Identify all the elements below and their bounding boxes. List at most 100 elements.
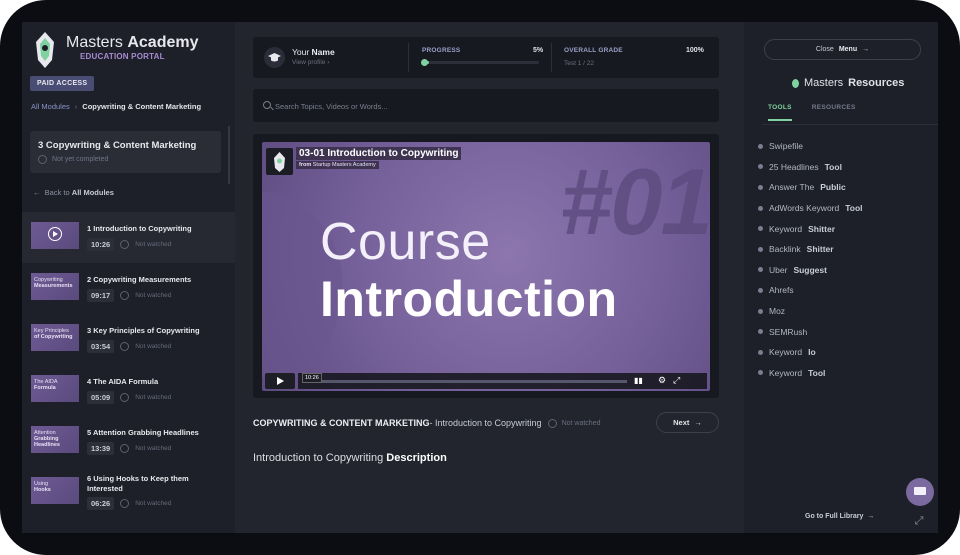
lesson-meta: 10:26 Not watched [87, 238, 171, 251]
search-bar [253, 89, 719, 122]
breadcrumb-chevron-icon: › [74, 102, 78, 111]
video-title[interactable]: 03-01 Introduction to Copywriting [296, 147, 462, 160]
lesson-meta: 13:39 Not watched [87, 442, 171, 455]
lesson-title: 4 The AIDA Formula [87, 377, 159, 386]
course-line: COPYWRITING & CONTENT MARKETING - Introd… [253, 418, 600, 428]
video-player[interactable]: #01 Course Introduction 03-01 Introducti… [262, 142, 710, 391]
tool-item[interactable]: Moz [758, 301, 863, 322]
sidebar-scrollbar[interactable] [228, 126, 230, 184]
lesson-duration: 03:54 [87, 340, 115, 353]
tool-item[interactable]: AdWords Keyword Tool [758, 198, 863, 219]
lesson-duration: 05:09 [87, 391, 115, 404]
tool-item[interactable]: Keyword Io [758, 342, 863, 363]
chat-bubble-icon[interactable] [906, 478, 934, 506]
lesson-meta: 06:26 Not watched [87, 497, 171, 510]
watch-status: Not watched [547, 418, 600, 428]
lesson-title: 3 Key Principles of Copywriting [87, 326, 200, 335]
view-profile-link[interactable]: View profile › [292, 59, 329, 66]
video-headline-line1: Course [320, 213, 491, 271]
tool-item[interactable]: 25 Headlines Tool [758, 157, 863, 178]
academy-logo-icon[interactable] [30, 30, 60, 70]
status-circle-icon [120, 240, 130, 249]
status-circle-icon [120, 291, 130, 300]
graduation-cap-icon[interactable] [264, 47, 285, 68]
tool-item[interactable]: Answer The Public [758, 177, 863, 198]
volume-icon[interactable]: ▮▮ [634, 376, 643, 385]
bullet-icon [758, 205, 763, 211]
lesson-meta: 09:17 Not watched [87, 289, 171, 302]
bullet-icon [758, 329, 763, 335]
expand-icon[interactable]: ⤢ [912, 514, 926, 528]
divider [551, 43, 552, 72]
play-button[interactable] [265, 373, 295, 389]
lesson-duration: 09:17 [87, 289, 115, 302]
fullscreen-icon[interactable]: ⤢ [673, 375, 680, 386]
lesson-title: 5 Attention Grabbing Headlines [87, 428, 199, 437]
close-menu-button[interactable]: Close Menu → [764, 39, 921, 60]
bullet-icon [758, 184, 763, 190]
resources-tabs: TOOLS RESOURCES [768, 104, 856, 121]
tool-item[interactable]: Uber Suggest [758, 260, 863, 281]
description-heading: Introduction to Copywriting Description [253, 452, 447, 464]
tool-item[interactable]: Keyword Shitter [758, 218, 863, 239]
paid-access-badge: PAID ACCESS [30, 76, 95, 91]
arrow-left-icon: ← [33, 188, 41, 197]
bullet-icon [758, 246, 763, 252]
progress-bar [421, 59, 539, 66]
profile-name: Your Name [292, 47, 335, 57]
video-controls: 10:26 ▮▮ ⚙ ⤢ [265, 373, 707, 389]
video-control-bar: 10:26 ▮▮ ⚙ ⤢ [298, 373, 707, 389]
arrow-right-icon: → [867, 513, 875, 520]
video-source: from Startup Masters Academy [296, 161, 379, 169]
lesson-item[interactable]: Using Hooks 6 Using Hooks to Keep them In… [22, 467, 235, 518]
progress-label: PROGRESS [422, 47, 461, 54]
bullet-icon [758, 143, 763, 149]
brand-title: Masters Academy [66, 34, 199, 51]
module-card[interactable]: 3 Copywriting & Content Marketing Not ye… [30, 131, 221, 173]
lesson-item[interactable]: The AIDA Formula 4 The AIDA Formula 05:09… [22, 365, 235, 416]
arrow-right-icon: → [862, 46, 870, 53]
video-seek-bar[interactable]: 10:26 [302, 373, 627, 383]
tabs-divider [762, 124, 938, 125]
play-icon [48, 227, 62, 241]
progress-value: 5% [533, 47, 544, 54]
tool-item[interactable]: SEMRush [758, 321, 863, 342]
course-module-name: COPYWRITING & CONTENT MARKETING [253, 418, 430, 428]
lesson-item[interactable]: Key Principles of Copywriting 3 Key Princ… [22, 314, 235, 365]
grade-value: 100% [686, 47, 704, 54]
lesson-thumbnail: Attention Grabbing Headlines [31, 426, 79, 453]
progress-dot [421, 59, 428, 66]
lesson-item[interactable]: Attention Grabbing Headlines 5 Attention … [22, 416, 235, 467]
device-frame: Masters Academy EDUCATION PORTAL PAID AC… [0, 0, 960, 555]
full-library-link[interactable]: Go to Full Library → [805, 513, 874, 520]
tool-item[interactable]: Swipefile [758, 136, 863, 157]
tab-resources[interactable]: RESOURCES [812, 104, 856, 121]
lesson-thumbnail: Copywriting Measurements [31, 273, 79, 300]
back-to-modules-link[interactable]: ← Back to All Modules [33, 188, 114, 197]
bullet-icon [758, 370, 763, 376]
tool-item[interactable]: Keyword Tool [758, 363, 863, 384]
video-channel-logo-icon[interactable] [266, 148, 293, 175]
lesson-title: 2 Copywriting Measurements [87, 275, 192, 284]
lesson-thumbnail: Key Principles of Copywriting [31, 324, 79, 351]
status-circle-icon [38, 155, 47, 164]
search-icon [263, 101, 271, 109]
tool-item[interactable]: Ahrefs [758, 280, 863, 301]
next-button[interactable]: Next → [656, 412, 719, 433]
lesson-duration: 13:39 [87, 442, 115, 455]
lesson-item[interactable]: 1 Introduction to Copywriting 10:26 Not w… [22, 212, 235, 263]
tool-item[interactable]: Backlink Shitter [758, 239, 863, 260]
search-input[interactable] [275, 99, 695, 113]
lesson-item[interactable]: Copywriting Measurements 2 Copywriting Me… [22, 263, 235, 314]
lesson-thumbnail: Using Hooks [31, 477, 79, 504]
sidebar: Masters Academy EDUCATION PORTAL PAID AC… [22, 22, 235, 533]
lesson-meta: 03:54 Not watched [87, 340, 171, 353]
status-circle-icon [547, 418, 557, 428]
breadcrumb-all-modules[interactable]: All Modules [31, 102, 70, 111]
tools-list: Swipefile 25 Headlines Tool Answer The P… [758, 136, 863, 383]
gear-icon[interactable]: ⚙ [658, 375, 666, 386]
lesson-thumbnail [31, 222, 79, 249]
resources-title: Masters Resources [792, 77, 904, 89]
video-container: #01 Course Introduction 03-01 Introducti… [253, 134, 719, 398]
tab-tools[interactable]: TOOLS [768, 104, 792, 121]
